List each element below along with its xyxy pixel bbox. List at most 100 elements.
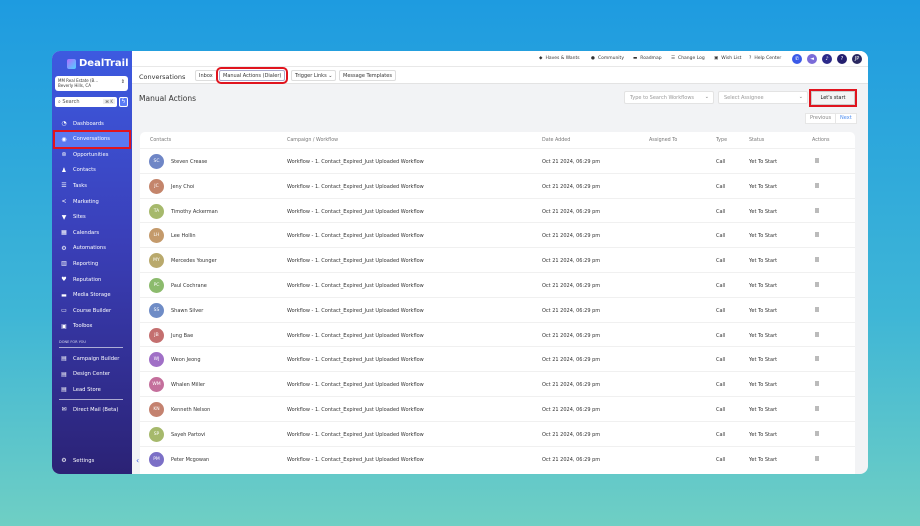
delete-icon[interactable] (815, 356, 819, 362)
sidebar-item-media-storage[interactable]: ▬ Media Storage (55, 288, 129, 303)
date-added: Oct 21 2024, 06:29 pm (542, 183, 601, 190)
tab-inbox[interactable]: Inbox (195, 70, 217, 81)
contact-name[interactable]: Sayeh Partovi (171, 432, 205, 438)
sidebar-item-conversations[interactable]: ◉ Conversations (53, 129, 131, 149)
contact-name[interactable]: Timothy Ackerman (171, 209, 218, 215)
contact-avatar: KN (149, 402, 164, 417)
table-row[interactable]: WM Whalen Miller Workflow - 1. Contact_E… (140, 371, 855, 396)
collapse-sidebar-icon[interactable]: ‹ (136, 456, 139, 465)
contact-avatar: PM (149, 451, 164, 467)
contact-name[interactable]: Weon Jeong (171, 357, 201, 363)
delete-icon[interactable] (815, 331, 819, 337)
avatar[interactable]: JP (852, 54, 862, 64)
contact-name[interactable]: Kenneth Nelson (171, 407, 210, 413)
table-row[interactable]: KN Kenneth Nelson Workflow - 1. Contact_… (140, 396, 855, 421)
sidebar-item-sites[interactable]: ▼ Sites (55, 210, 129, 225)
sidebar-item-lead-store[interactable]: ▤ Lead Store (55, 382, 129, 397)
folder-icon: ▬ (61, 291, 67, 299)
table-row[interactable]: JB Jung Bae Workflow - 1. Contact_Expire… (140, 321, 855, 347)
sidebar-item-settings[interactable]: ⚙ Settings (55, 453, 129, 468)
column-header: Date Added (542, 138, 571, 143)
delete-icon[interactable] (815, 455, 819, 461)
assignee-select[interactable]: Select Assignee ⌄ (718, 91, 808, 104)
contact-name[interactable]: Mercedes Younger (171, 258, 217, 264)
app-window: DealTrail MM Real Estate (B... Beverly Hi… (52, 51, 868, 474)
table-row[interactable]: SP Sayeh Partovi Workflow - 1. Contact_E… (140, 420, 855, 446)
workflow-search-select[interactable]: Type to Search Workflows ⌄ (624, 91, 714, 104)
status: Yet To Start (749, 357, 778, 364)
delete-icon[interactable] (815, 406, 819, 411)
contact-name[interactable]: Shawn Silver (171, 308, 203, 314)
date-added: Oct 21 2024, 06:29 pm (542, 382, 601, 389)
table-row[interactable]: SS Shawn Silver Workflow - 1. Contact_Ex… (140, 296, 855, 322)
table-row[interactable]: SC Steven Crease Workflow - 1. Contact_E… (140, 148, 855, 173)
sidebar-item-automations[interactable]: ⚙ Automations (55, 241, 129, 256)
search-input[interactable]: ⌕ Search ⌘ K (55, 97, 117, 107)
table-row[interactable]: PC Paul Cochrane Workflow - 1. Contact_E… (140, 272, 855, 297)
delete-icon[interactable] (815, 257, 819, 263)
next-button[interactable]: Next (835, 113, 857, 124)
link-community[interactable]: ● Community (591, 56, 624, 61)
contact-name[interactable]: Whalen Miller (171, 382, 205, 388)
table-row[interactable]: PM Peter Mcgowan Workflow - 1. Contact_E… (140, 445, 855, 471)
column-header: Actions (812, 138, 830, 143)
sidebar-item-course-builder[interactable]: ▭ Course Builder (55, 303, 129, 318)
megaphone-icon[interactable]: ◄ (807, 54, 817, 64)
sidebar-item-calendars[interactable]: ▦ Calendars (55, 225, 129, 240)
sidebar-item-contacts[interactable]: ♟ Contacts (55, 163, 129, 178)
delete-icon[interactable] (815, 381, 819, 387)
link-wish-list[interactable]: ▣ Wish List (714, 56, 741, 61)
table-row[interactable]: WJ Weon Jeong Workflow - 1. Contact_Expi… (140, 346, 855, 371)
status: Yet To Start (749, 407, 778, 413)
contact-name[interactable]: Paul Cochrane (171, 283, 207, 289)
link-haves-wants[interactable]: ◆ Haves & Wants (539, 56, 580, 61)
table-row[interactable]: LH Lee Hollin Workflow - 1. Contact_Expi… (140, 222, 855, 247)
tab-message-templates[interactable]: Message Templates (339, 70, 396, 81)
delete-icon[interactable] (815, 207, 819, 213)
link-help-center[interactable]: ? Help Center (749, 56, 781, 61)
sidebar-item-direct-mail[interactable]: ✉ Direct Mail (Beta) (55, 402, 129, 417)
delete-icon[interactable] (815, 306, 819, 312)
tab-trigger-links[interactable]: Trigger Links ⌄ (291, 70, 337, 81)
delete-icon[interactable] (815, 232, 819, 238)
table-row[interactable]: TA Timothy Ackerman Workflow - 1. Contac… (140, 197, 855, 223)
type: Call (716, 456, 726, 463)
link-roadmap[interactable]: ▬ Roadmap (633, 56, 662, 61)
date-added: Oct 21 2024, 06:29 pm (542, 208, 601, 215)
contact-name[interactable]: Lee Hollin (171, 233, 196, 239)
bell-icon[interactable]: ♪ (822, 54, 832, 64)
sidebar-item-campaign-builder[interactable]: ▤ Campaign Builder (55, 351, 129, 366)
delete-icon[interactable] (815, 430, 819, 436)
contact-name[interactable]: Jeny Choi (171, 184, 194, 190)
sidebar-item-opportunities[interactable]: ⊚ Opportunities (55, 147, 129, 162)
share-icon: < (61, 198, 67, 205)
delete-icon[interactable] (815, 182, 819, 188)
sidebar-item-tasks[interactable]: ☰ Tasks (55, 178, 129, 193)
help-icon[interactable]: ? (837, 54, 847, 64)
lets-start-button[interactable]: Let's start (809, 89, 857, 107)
sidebar-item-marketing[interactable]: < Marketing (55, 194, 129, 209)
contact-name[interactable]: Peter Mcgowan (171, 457, 209, 463)
table-row[interactable]: MY Mercedes Younger Workflow - 1. Contac… (140, 247, 855, 272)
status: Yet To Start (749, 307, 778, 314)
link-change-log[interactable]: ☰ Change Log (671, 56, 705, 61)
type: Call (716, 233, 726, 240)
tab-manual-actions[interactable]: Manual Actions (Dialer) (215, 67, 289, 84)
account-switcher[interactable]: MM Real Estate (B... Beverly Hills, CA ⇕ (55, 76, 128, 91)
divider (59, 399, 123, 400)
contact-name[interactable]: Jung Bae (171, 333, 193, 339)
sidebar-item-dashboards[interactable]: ◔ Dashboards (55, 116, 129, 131)
sidebar-item-reputation[interactable]: ♥ Reputation (55, 272, 129, 287)
quick-action-bolt-icon[interactable]: ϟ (119, 97, 128, 107)
sidebar-item-reporting[interactable]: ▥ Reporting (55, 256, 129, 271)
table-row[interactable]: JC Jeny Choi Workflow - 1. Contact_Expir… (140, 172, 855, 198)
sidebar-item-toolbox[interactable]: ▣ Toolbox (55, 319, 129, 334)
phone-icon[interactable]: ✆ (792, 54, 802, 64)
sidebar-item-design-center[interactable]: ▤ Design Center (55, 367, 129, 382)
delete-icon[interactable] (815, 158, 819, 163)
contact-name[interactable]: Steven Crease (171, 159, 207, 165)
previous-button[interactable]: Previous (805, 113, 837, 124)
workflow-name: Workflow - 1. Contact_Expired_Just Uploa… (287, 307, 424, 314)
delete-icon[interactable] (815, 282, 819, 287)
status: Yet To Start (749, 258, 778, 265)
